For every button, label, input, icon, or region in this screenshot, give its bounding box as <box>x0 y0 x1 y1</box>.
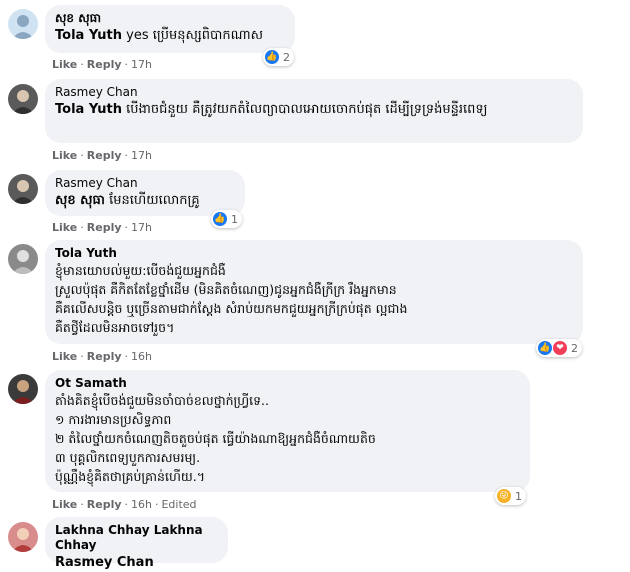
like-button[interactable]: Like <box>52 350 77 363</box>
person-icon <box>12 15 34 39</box>
edited-label[interactable]: Edited <box>161 498 196 511</box>
person-icon <box>12 90 34 114</box>
person-icon <box>12 180 34 204</box>
haha-reaction-icon: 😜 <box>497 489 511 503</box>
comment-body: តាំងគិតខ្ញុំបើចង់ជួយមិនចាំបាច់ខលថ្នាក់ហ្… <box>55 393 376 484</box>
comment-bubble: Rasmey Chan សុខ សុធា មែនហើយលោកគ្រូ <box>45 170 245 216</box>
like-button[interactable]: Like <box>52 149 77 162</box>
reply-button[interactable]: Reply <box>87 58 122 71</box>
avatar[interactable] <box>8 374 38 404</box>
avatar[interactable] <box>8 522 38 552</box>
reactions-count: 1 <box>231 212 238 226</box>
comment-body: មែនហើយលោកគ្រូ <box>109 193 200 208</box>
comment-text: Tola Yuth បើងាចជំនួយ គឺត្រូវយកតំលៃព្យាបា… <box>55 100 573 119</box>
comment-author[interactable]: Ot Samath <box>55 376 520 391</box>
reactions-summary[interactable]: 😜 1 <box>495 487 526 505</box>
comment-author[interactable]: Rasmey Chan <box>55 85 573 100</box>
comment-actions: Like · Reply · 16h · Edited <box>52 498 197 511</box>
comment-actions: Like · Reply · 16h <box>52 350 152 363</box>
like-button[interactable]: Like <box>52 58 77 71</box>
avatar[interactable] <box>8 84 38 114</box>
timestamp[interactable]: 16h <box>131 498 152 511</box>
comment-actions: Like · Reply · 17h <box>52 149 152 162</box>
avatar[interactable] <box>8 9 38 39</box>
comment-actions: Like · Reply · 17h <box>52 58 152 71</box>
reply-button[interactable]: Reply <box>87 149 122 162</box>
reactions-summary[interactable]: 👍 1 <box>211 210 242 228</box>
comment-text: Rasmey Chan <box>55 553 218 572</box>
person-icon <box>12 528 34 552</box>
love-reaction-icon: ❤ <box>553 341 567 355</box>
comment-author[interactable]: Tola Yuth <box>55 246 573 261</box>
comment-author[interactable]: សុខ សុធា <box>55 11 285 26</box>
comment-author[interactable]: Rasmey Chan <box>55 176 235 191</box>
avatar[interactable] <box>8 244 38 274</box>
like-reaction-icon: 👍 <box>213 212 227 226</box>
comment-body: ខ្ញុំមានយោបល់មួយ:បើចង់ជួយអ្នកជំងឺ ស្រួលប… <box>55 263 408 335</box>
comment-bubble: Lakhna Chhay Lakhna Chhay Rasmey Chan <box>45 517 228 570</box>
mention-link[interactable]: Tola Yuth <box>55 28 122 43</box>
comment-bubble: Ot Samath តាំងគិតខ្ញុំបើចង់ជួយមិនចាំបាច់… <box>45 370 530 492</box>
timestamp[interactable]: 17h <box>131 149 152 162</box>
reactions-count: 2 <box>283 50 290 64</box>
comment-actions: Like · Reply · 17h <box>52 221 152 234</box>
comment-text: Tola Yuth yes ប្រើមនុស្សពិបាកណាស <box>55 26 285 45</box>
comment-author[interactable]: Lakhna Chhay Lakhna Chhay <box>55 523 218 553</box>
mention-link[interactable]: Rasmey Chan <box>55 555 154 570</box>
like-button[interactable]: Like <box>52 221 77 234</box>
timestamp[interactable]: 16h <box>131 350 152 363</box>
comment-bubble: Tola Yuth ខ្ញុំមានយោបល់មួយ:បើចង់ជួយអ្នកជ… <box>45 240 583 344</box>
person-icon <box>12 380 34 404</box>
mention-link[interactable]: សុខ សុធា <box>55 193 105 208</box>
comment-bubble: សុខ សុធា Tola Yuth yes ប្រើមនុស្សពិបាកណា… <box>45 5 295 53</box>
timestamp[interactable]: 17h <box>131 58 152 71</box>
reply-button[interactable]: Reply <box>87 350 122 363</box>
reply-button[interactable]: Reply <box>87 221 122 234</box>
timestamp[interactable]: 17h <box>131 221 152 234</box>
reactions-count: 1 <box>515 489 522 503</box>
mention-link[interactable]: Tola Yuth <box>55 102 122 117</box>
comment-bubble: Rasmey Chan Tola Yuth បើងាចជំនួយ គឺត្រូវ… <box>45 79 583 143</box>
reactions-summary[interactable]: 👍 2 <box>263 48 294 66</box>
like-reaction-icon: 👍 <box>538 341 552 355</box>
reply-button[interactable]: Reply <box>87 498 122 511</box>
comment-body: yes ប្រើមនុស្សពិបាកណាស <box>126 28 264 43</box>
avatar[interactable] <box>8 174 38 204</box>
comment-body: បើងាចជំនួយ គឺត្រូវយកតំលៃព្យាបាលអោយចោកប់ផ… <box>126 102 488 117</box>
reactions-count: 2 <box>571 341 578 355</box>
comment-text: សុខ សុធា មែនហើយលោកគ្រូ <box>55 191 235 210</box>
like-button[interactable]: Like <box>52 498 77 511</box>
reactions-summary[interactable]: 👍 ❤ 2 <box>536 339 582 357</box>
like-reaction-icon: 👍 <box>265 50 279 64</box>
person-icon <box>12 250 34 274</box>
